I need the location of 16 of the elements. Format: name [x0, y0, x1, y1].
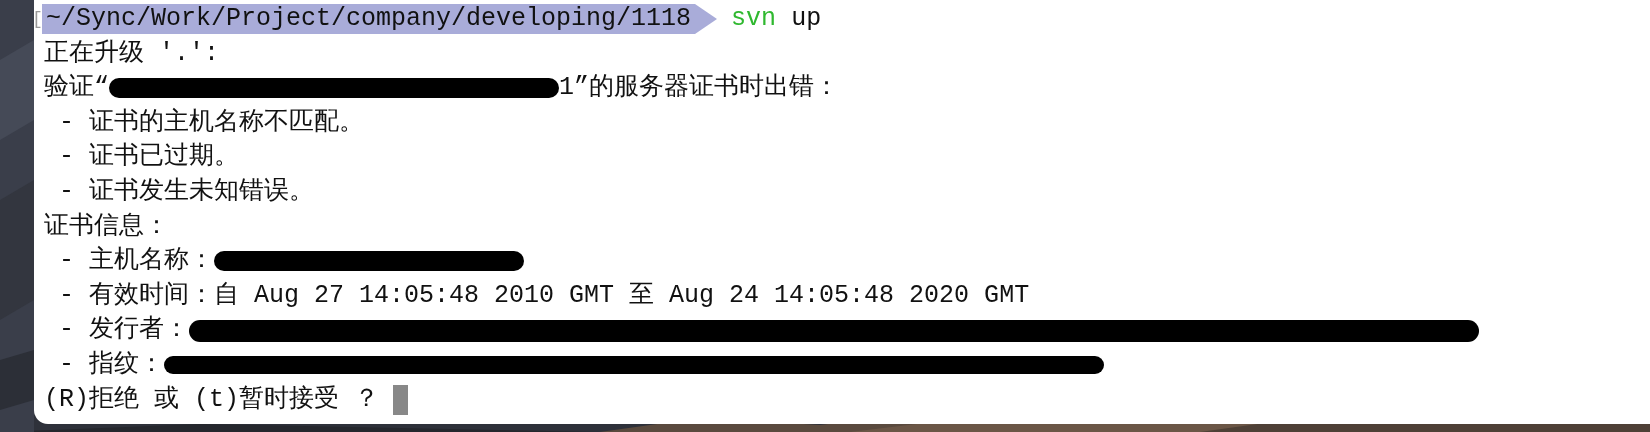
output-text: 1”的服务器证书时出错： [559, 72, 840, 105]
output-text: - 证书发生未知错误。 [58, 175, 314, 208]
command-args: up [791, 3, 822, 35]
output-text: - 主机名称： [58, 245, 214, 278]
output-text: 正在升级 '.': [44, 37, 219, 70]
output-text: - 证书的主机名称不匹配。 [58, 106, 364, 139]
output-text: 证书信息： [44, 210, 169, 243]
output-text: 验证“ [44, 72, 109, 105]
output-text: - 发行者： [58, 314, 189, 347]
output-text: - 指纹： [58, 348, 164, 381]
output-text: - 证书已过期。 [58, 141, 239, 174]
command-text: svn [731, 3, 777, 35]
bracket-text: [ [32, 8, 42, 31]
output-text: - 有效时间：自 Aug 27 14:05:48 2010 GMT 至 Aug 24 14:05:48 2020 GMT [58, 279, 1030, 312]
prompt-arrow-icon [695, 4, 718, 35]
prompt-question: (R)拒绝 或 (t)暂时接受 ？ [44, 383, 380, 416]
